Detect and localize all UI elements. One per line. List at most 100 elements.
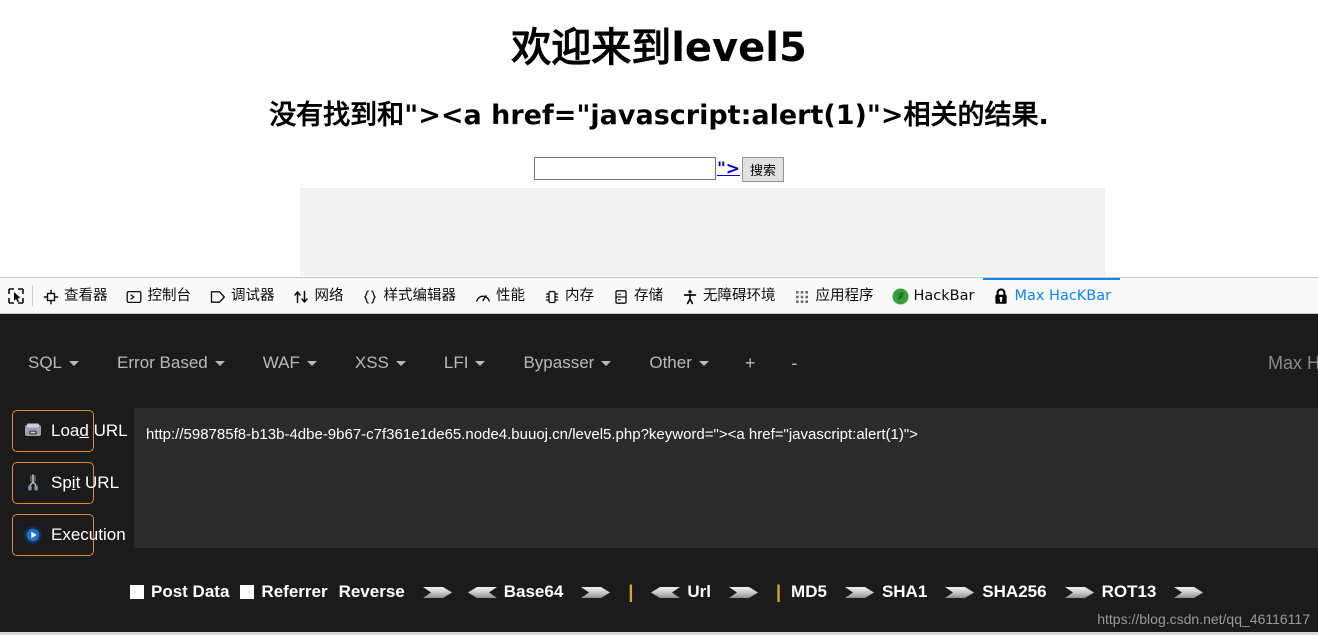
- execution-label: Execution: [51, 525, 126, 544]
- search-input[interactable]: [533, 157, 716, 180]
- tab-application[interactable]: 应用程序: [785, 278, 883, 313]
- hackbar-footer-toolbar: Post Data Referrer Reverse Base64 | Url …: [0, 572, 1318, 612]
- separator: |: [628, 581, 634, 602]
- element-picker-icon[interactable]: [0, 278, 32, 313]
- search-form: "> 搜索: [0, 157, 1318, 182]
- sha1-group: SHA1: [882, 582, 982, 602]
- url-encode-button[interactable]: [728, 585, 759, 600]
- tab-memory[interactable]: 内存: [534, 278, 603, 313]
- results-panel: [300, 188, 1105, 276]
- accessibility-icon: [681, 288, 698, 305]
- execution-icon: [23, 525, 43, 545]
- reverse-encode-button[interactable]: [422, 585, 453, 600]
- menu-label: SQL: [28, 353, 63, 372]
- search-result-message: 没有找到和"><a href="javascript:alert(1)">相关的…: [269, 100, 1049, 131]
- console-icon: [126, 288, 143, 305]
- hackbar-brand-label: Max HackBa: [1267, 352, 1318, 373]
- sha256-hash-button[interactable]: [1064, 585, 1095, 600]
- tab-performance[interactable]: 性能: [465, 278, 534, 313]
- load-url-button[interactable]: Load URL: [12, 410, 128, 452]
- tab-label: 查看器: [64, 288, 108, 304]
- sha1-label: SHA1: [881, 582, 928, 601]
- menu-waf[interactable]: WAF: [253, 353, 327, 373]
- sha256-label: SHA256: [982, 582, 1047, 601]
- chevron-down-icon: [306, 360, 317, 366]
- hackbar-action-buttons: Load URL Spit URL Execution: [12, 410, 128, 566]
- menu-label: XSS: [354, 353, 389, 372]
- tab-label: 内存: [565, 288, 594, 304]
- sha256-group: SHA256: [982, 582, 1101, 602]
- screen: 欢迎来到level5 没有找到和"><a href="javascript:al…: [0, 0, 1318, 635]
- split-url-button[interactable]: Spit URL: [12, 462, 119, 504]
- reverse-decode-button[interactable]: [467, 585, 497, 600]
- tab-network[interactable]: 网络: [284, 278, 353, 313]
- sha1-hash-button[interactable]: [945, 585, 975, 600]
- network-icon: [293, 288, 310, 305]
- md5-hash-button[interactable]: [844, 585, 875, 600]
- chevron-down-icon: [214, 360, 225, 366]
- referrer-label: Referrer: [261, 582, 328, 601]
- menu-bypasser[interactable]: Bypasser: [513, 353, 621, 373]
- injected-anchor-link[interactable]: ">: [717, 157, 740, 181]
- tab-hackbar[interactable]: HackBar: [883, 278, 984, 313]
- chevron-down-icon: [475, 360, 486, 366]
- menu-label: Bypasser: [523, 353, 595, 372]
- url-input[interactable]: http://598785f8-b13b-4dbe-9b67-c7f361e1d…: [134, 408, 1318, 548]
- separator: |: [775, 581, 782, 602]
- url-label: Url: [687, 582, 711, 601]
- load-url-icon: [23, 421, 43, 441]
- add-tab-button[interactable]: +: [735, 353, 766, 374]
- tab-accessibility[interactable]: 无障碍环境: [672, 278, 785, 313]
- base64-label: Base64: [503, 582, 564, 601]
- browser-viewport: 欢迎来到level5 没有找到和"><a href="javascript:al…: [0, 0, 1318, 277]
- application-icon: [794, 288, 811, 305]
- performance-icon: [474, 288, 491, 305]
- tab-label: 网络: [314, 288, 344, 304]
- tab-inspector[interactable]: 查看器: [33, 278, 117, 313]
- base64-decode-button[interactable]: [650, 585, 681, 600]
- hackbar-menubar: SQL Error Based WAF XSS LFI Bypasser Oth…: [0, 334, 1318, 392]
- menu-other[interactable]: Other: [639, 353, 719, 373]
- tab-max-hackbar[interactable]: Max HacKBar: [983, 278, 1121, 313]
- execution-button[interactable]: Execution: [12, 514, 126, 556]
- storage-icon: [612, 288, 629, 305]
- base64-encode-button[interactable]: [581, 585, 611, 600]
- tab-style-editor[interactable]: 样式编辑器: [353, 278, 466, 313]
- tab-debugger[interactable]: 调试器: [200, 278, 284, 313]
- tab-storage[interactable]: 存储: [603, 278, 672, 313]
- tab-console[interactable]: 控制台: [117, 278, 201, 313]
- menu-label: LFI: [443, 353, 469, 372]
- post-data-checkbox[interactable]: [130, 585, 144, 599]
- post-data-label: Post Data: [151, 582, 230, 601]
- tab-label: HackBar: [913, 288, 975, 304]
- md5-group: MD5: [791, 582, 882, 602]
- load-url-label: Load URL: [51, 421, 128, 440]
- chevron-down-icon: [69, 360, 80, 366]
- tab-label: 存储: [634, 288, 663, 304]
- split-url-icon: [23, 473, 43, 493]
- tab-label: 无障碍环境: [703, 288, 776, 304]
- page-title: 欢迎来到level5: [511, 25, 807, 71]
- tab-label: 性能: [496, 288, 525, 304]
- chevron-down-icon: [698, 360, 709, 366]
- style-editor-icon: [362, 288, 379, 305]
- debugger-icon: [209, 288, 226, 305]
- hackbar-icon: [892, 288, 909, 305]
- chevron-down-icon: [601, 360, 612, 366]
- menu-xss[interactable]: XSS: [345, 353, 416, 373]
- search-button[interactable]: 搜索: [742, 157, 785, 182]
- menu-error-based[interactable]: Error Based: [107, 353, 235, 373]
- inspector-icon: [42, 288, 59, 305]
- remove-tab-button[interactable]: -: [781, 353, 807, 374]
- chevron-down-icon: [395, 360, 406, 366]
- rot13-label: ROT13: [1101, 582, 1157, 601]
- rot13-encode-button[interactable]: [1174, 585, 1204, 600]
- reverse-label: Reverse: [338, 582, 405, 601]
- referrer-checkbox[interactable]: [240, 585, 255, 599]
- menu-sql[interactable]: SQL: [18, 353, 89, 373]
- reverse-group: Reverse: [339, 582, 504, 602]
- watermark: https://blog.csdn.net/qq_46116117: [1097, 611, 1310, 627]
- lock-icon: [992, 288, 1009, 305]
- menu-lfi[interactable]: LFI: [434, 353, 496, 373]
- tab-label: 调试器: [231, 288, 275, 304]
